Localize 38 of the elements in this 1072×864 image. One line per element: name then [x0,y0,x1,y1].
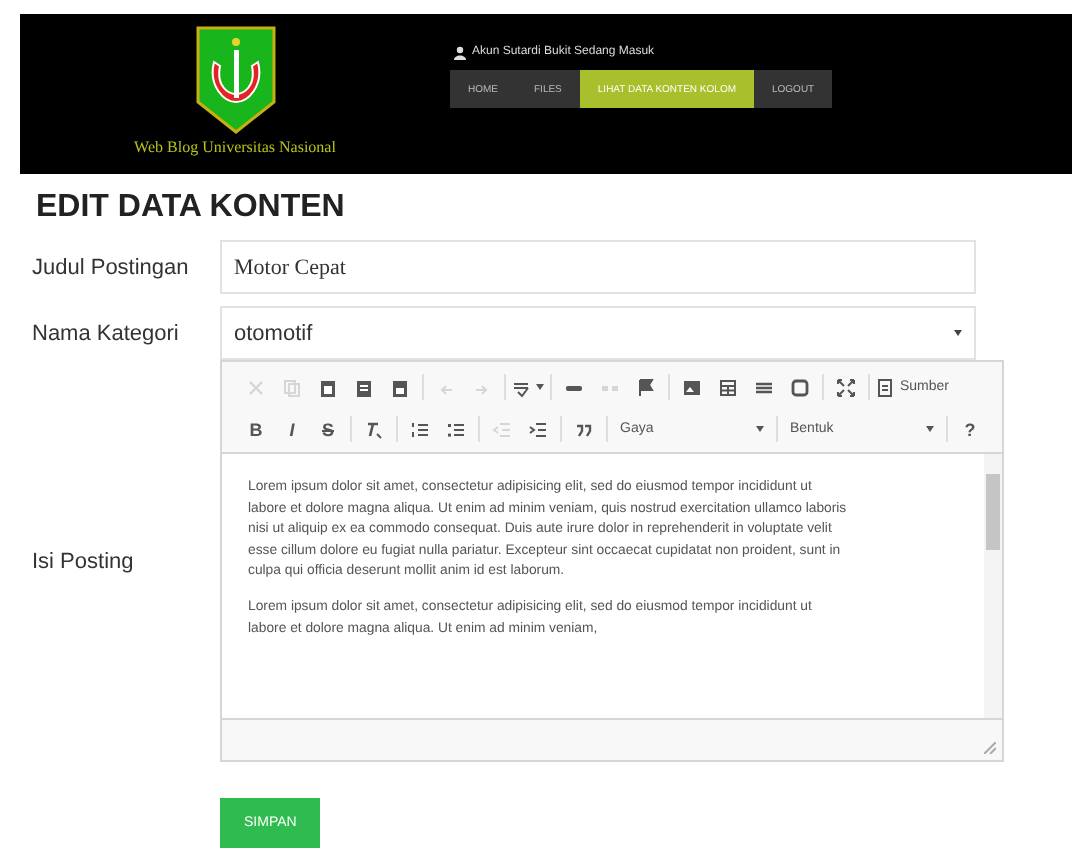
indent-icon [528,419,548,439]
bulleted-list-icon [446,419,466,439]
maximize-icon [836,377,856,397]
site-title: Web Blog Universitas Nasional [134,138,336,156]
copy-icon [282,377,302,397]
field-label: Isi Posting [32,549,136,573]
outdent-icon [492,419,512,439]
caret-icon [536,384,544,390]
numbered-list-icon [410,419,430,439]
remove-format-icon [364,419,384,439]
lines-icon [754,377,774,397]
title-input[interactable]: Motor Cepat [220,240,976,294]
caret-icon [926,426,934,432]
university-logo [195,26,275,134]
page-title: EDIT DATA KONTEN [36,190,347,226]
quote-icon [574,419,594,439]
toolbar-button[interactable]: ? [952,414,988,444]
paste-icon [318,377,338,397]
resize-handle-icon[interactable] [984,742,996,754]
special-character-icon [790,377,810,397]
user-icon [454,45,466,59]
paste-word-icon [390,377,410,397]
caret-icon [756,426,764,432]
field-label: Nama Kategori [32,321,181,345]
caret-icon [954,330,962,336]
spellcheck-icon [512,377,532,397]
toolbar-button[interactable]: S [310,414,346,444]
field-label: Judul Postingan [32,255,191,279]
scrollbar[interactable] [984,454,1002,718]
image-icon [682,377,702,397]
cut-icon [246,377,266,397]
flag-icon [636,377,656,397]
toolbar-button[interactable]: I [274,414,310,444]
table-icon [718,377,738,397]
category-select[interactable]: otomotif [220,306,976,360]
paste-text-icon [354,377,374,397]
document-icon [876,377,896,397]
toolbar-button[interactable]: B [238,414,274,444]
